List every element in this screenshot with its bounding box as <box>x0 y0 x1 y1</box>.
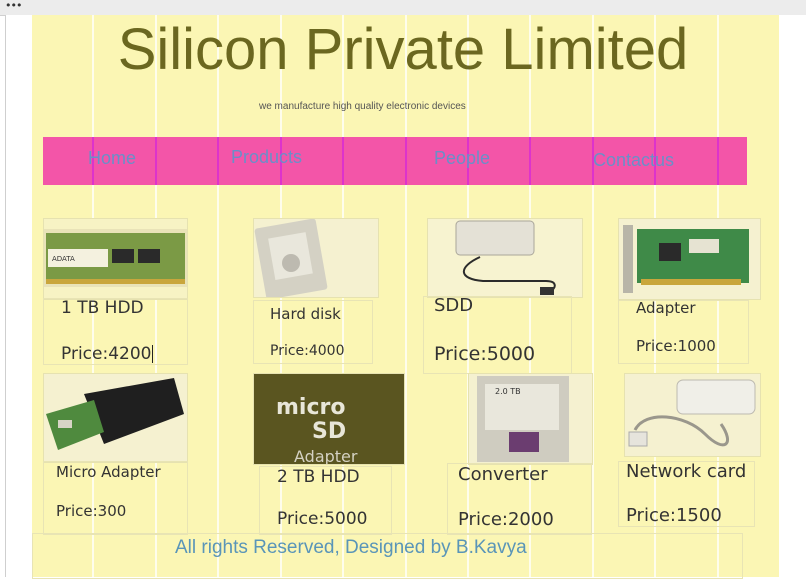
svg-text:SD: SD <box>312 419 346 444</box>
product-price: Price:5000 <box>277 509 368 529</box>
ram-module-image: ADATA <box>43 218 188 300</box>
microsd-adapter-image: micro SD Adapter <box>253 373 405 465</box>
network-adapter-card-image <box>618 218 761 300</box>
nav-products-link[interactable]: Products <box>231 147 302 168</box>
power-adapter-image <box>624 373 761 457</box>
product-name: Adapter <box>636 299 696 317</box>
browser-toolbar: ••• <box>0 0 806 16</box>
product-price: Price:4000 <box>270 343 345 359</box>
text-cursor <box>152 345 154 363</box>
product-name: 2 TB HDD <box>277 467 360 487</box>
footer-text: All rights Reserved, Designed by B.Kavya <box>175 537 527 558</box>
product-price: Price:2000 <box>458 509 554 530</box>
product-price: Price:4200 <box>61 344 154 364</box>
svg-text:micro: micro <box>276 395 345 420</box>
product-name: Micro Adapter <box>56 463 161 481</box>
nav-divider <box>529 137 531 185</box>
ellipsis-icon[interactable]: ••• <box>5 0 22 12</box>
grid-stripe <box>217 15 219 577</box>
product-price: Price:300 <box>56 502 127 520</box>
svg-text:Adapter: Adapter <box>294 447 358 464</box>
nav-divider <box>405 137 407 185</box>
product-price: Price:5000 <box>434 343 536 365</box>
drive-enclosure-image <box>43 373 188 463</box>
nav-people-link[interactable]: People <box>434 148 490 169</box>
product-name: Converter <box>458 464 548 485</box>
svg-text:2.0 TB: 2.0 TB <box>495 387 521 396</box>
grid-stripe <box>592 15 594 577</box>
sata-drive-image: 2.0 TB <box>468 373 593 465</box>
hard-disk-image <box>253 218 379 298</box>
product-name: 1 TB HDD <box>61 298 144 318</box>
nav-divider <box>342 137 344 185</box>
grid-stripe <box>405 15 407 577</box>
tagline: we manufacture high quality electronic d… <box>259 101 466 112</box>
nav-home-link[interactable]: Home <box>88 148 136 169</box>
product-name: Hard disk <box>270 305 341 323</box>
nav-divider <box>155 137 157 185</box>
page-title: Silicon Private Limited <box>117 17 689 82</box>
nav-contactus-link[interactable]: Contactus <box>593 150 674 171</box>
nav-divider <box>717 137 719 185</box>
svg-text:ADATA: ADATA <box>52 255 75 263</box>
product-name: Network card <box>626 461 747 482</box>
product-name: SDD <box>434 295 474 316</box>
nav-divider <box>217 137 219 185</box>
product-price: Price:1000 <box>636 337 716 355</box>
external-drive-image <box>427 218 583 298</box>
product-price: Price:1500 <box>626 505 722 526</box>
